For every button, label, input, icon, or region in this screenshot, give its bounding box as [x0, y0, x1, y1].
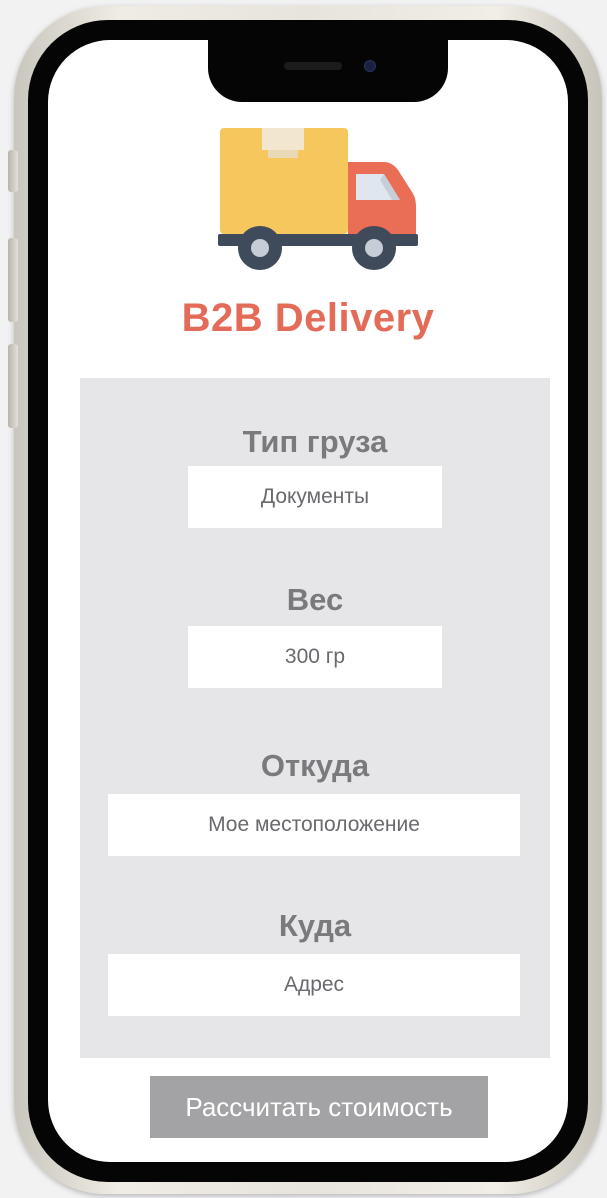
delivery-truck-icon — [218, 128, 418, 270]
silent-switch — [8, 150, 18, 192]
to-value: Адрес — [283, 973, 345, 996]
weight-field[interactable]: 300 гр — [188, 626, 442, 688]
volume-down-button — [8, 344, 18, 428]
from-field[interactable]: Мое местоположение — [108, 794, 520, 856]
cargo-type-label: Тип груза — [242, 424, 388, 459]
notch — [208, 40, 448, 102]
volume-up-button — [8, 238, 18, 322]
from-value: Мое местоположение — [208, 813, 420, 836]
calculate-cost-button[interactable]: Рассчитать стоимость — [150, 1076, 488, 1138]
from-label: Откуда — [260, 748, 370, 783]
device-mockup: B2B Delivery Тип груза Документы Вес 300… — [0, 0, 607, 1198]
to-label: Куда — [278, 908, 352, 943]
weight-value: 300 гр — [284, 645, 346, 668]
cargo-type-field[interactable]: Документы — [188, 466, 442, 528]
front-camera — [364, 60, 376, 72]
app-screen: B2B Delivery Тип груза Документы Вес 300… — [48, 40, 568, 1162]
weight-label: Вес — [286, 582, 344, 617]
speaker-grille — [284, 62, 342, 70]
app-title: B2B Delivery — [181, 296, 435, 340]
delivery-form: Тип груза Документы Вес 300 гр Откуда Мо… — [80, 378, 550, 1058]
cargo-type-value: Документы — [260, 485, 370, 508]
to-field[interactable]: Адрес — [108, 954, 520, 1016]
